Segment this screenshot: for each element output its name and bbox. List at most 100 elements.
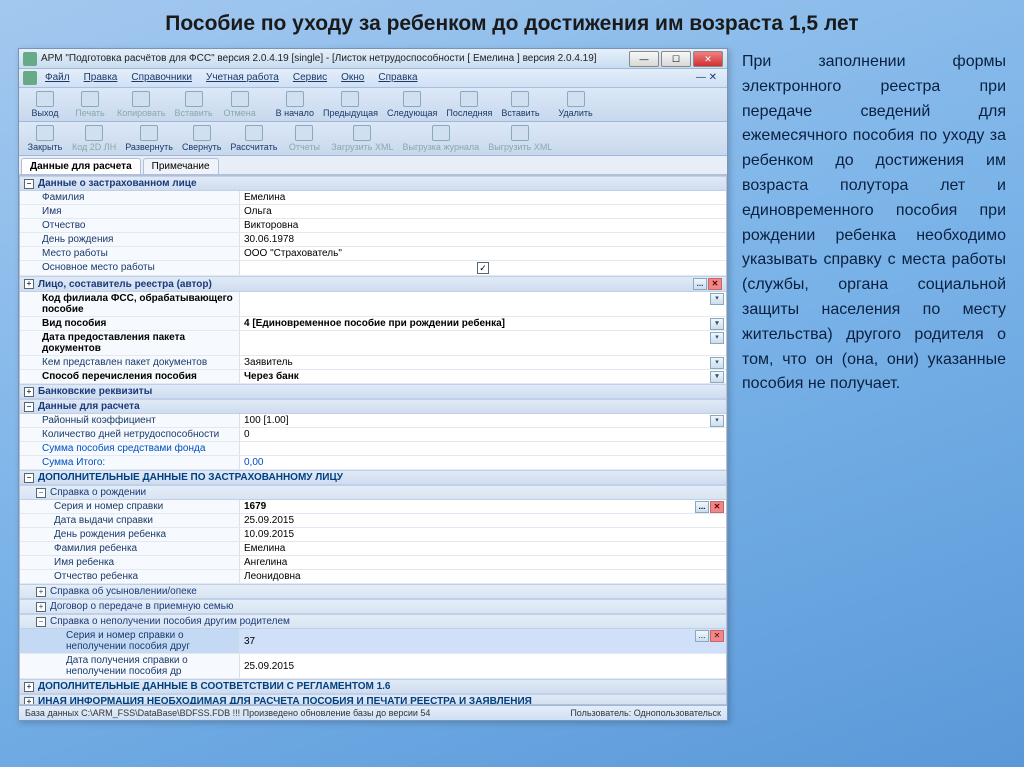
menu-accounting[interactable]: Учетная работа bbox=[200, 71, 285, 85]
tool-delete[interactable]: Удалить bbox=[554, 90, 598, 119]
tab-data[interactable]: Данные для расчета bbox=[21, 158, 141, 174]
tool-cancel[interactable]: Отмена bbox=[218, 90, 262, 119]
clear-button[interactable]: ✕ bbox=[710, 630, 724, 642]
tab-note[interactable]: Примечание bbox=[143, 158, 219, 174]
lookup-button[interactable]: ... bbox=[695, 630, 709, 642]
value-docs-date[interactable]: ▾ bbox=[240, 331, 726, 355]
value-op-cert[interactable]: 37...✕ bbox=[240, 629, 726, 653]
section-adopt[interactable]: +Справка об усыновлении/опеке bbox=[20, 584, 726, 599]
value-docs-by[interactable]: Заявитель▾ bbox=[240, 356, 726, 369]
checkbox-main-work[interactable]: ✓ bbox=[477, 262, 489, 274]
tool-last[interactable]: Последняя bbox=[442, 90, 496, 119]
tool-journal[interactable]: Выгрузка журнала bbox=[399, 124, 484, 153]
value-sum-total: 0,00 bbox=[240, 456, 726, 469]
tool-next[interactable]: Следующая bbox=[383, 90, 441, 119]
expand-icon[interactable]: + bbox=[36, 602, 46, 612]
tool-collapse[interactable]: Свернуть bbox=[178, 124, 225, 153]
expand-icon[interactable]: + bbox=[24, 279, 34, 289]
minimize-button[interactable]: — bbox=[629, 51, 659, 67]
menu-file[interactable]: Файл bbox=[39, 71, 76, 85]
value-main-work[interactable]: ✓ bbox=[240, 261, 726, 275]
lookup-button[interactable]: ... bbox=[695, 501, 709, 513]
expand-icon[interactable]: + bbox=[36, 587, 46, 597]
value-cert-num[interactable]: 1679...✕ bbox=[240, 500, 726, 513]
value-child-name[interactable]: Ангелина bbox=[240, 556, 726, 569]
insert-icon bbox=[511, 91, 529, 107]
tool-close[interactable]: Закрыть bbox=[23, 124, 67, 153]
value-cert-date[interactable]: 25.09.2015 bbox=[240, 514, 726, 527]
tool-print[interactable]: Печать bbox=[68, 90, 112, 119]
value-child-surname[interactable]: Емелина bbox=[240, 542, 726, 555]
value-days[interactable]: 0 bbox=[240, 428, 726, 441]
section-foster[interactable]: +Договор о передаче в приемную семью bbox=[20, 599, 726, 614]
section-other-parent[interactable]: −Справка о неполучении пособия другим ро… bbox=[20, 614, 726, 629]
label-sum-fund[interactable]: Сумма пособия средствами фонда bbox=[20, 442, 240, 455]
value-surname[interactable]: Емелина bbox=[240, 191, 726, 204]
value-patronymic[interactable]: Викторовна bbox=[240, 219, 726, 232]
section-birth-cert[interactable]: −Справка о рождении bbox=[20, 485, 726, 500]
tool-first[interactable]: В начало bbox=[272, 90, 318, 119]
tool-exportxml[interactable]: Выгрузить XML bbox=[484, 124, 556, 153]
dropdown-icon[interactable]: ▾ bbox=[710, 357, 724, 369]
mdi-close-button[interactable]: — ✕ bbox=[690, 71, 723, 85]
value-birthday[interactable]: 30.06.1978 bbox=[240, 233, 726, 246]
value-child-patr[interactable]: Леонидовна bbox=[240, 570, 726, 583]
label-child-name: Имя ребенка bbox=[20, 556, 240, 569]
dropdown-icon[interactable]: ▾ bbox=[710, 371, 724, 383]
app-menu-icon[interactable] bbox=[23, 71, 37, 85]
menu-edit[interactable]: Правка bbox=[78, 71, 124, 85]
tool-paste[interactable]: Вставить bbox=[170, 90, 216, 119]
tool-expand[interactable]: Развернуть bbox=[121, 124, 177, 153]
collapse-icon[interactable]: − bbox=[24, 179, 34, 189]
prev-icon bbox=[341, 91, 359, 107]
tool-loadxml[interactable]: Загрузить XML bbox=[327, 124, 397, 153]
collapse-icon[interactable]: − bbox=[36, 617, 46, 627]
clear-button[interactable]: ✕ bbox=[710, 501, 724, 513]
section-insured[interactable]: −Данные о застрахованном лице bbox=[20, 176, 726, 191]
value-op-date[interactable]: 25.09.2015 bbox=[240, 654, 726, 678]
dropdown-icon[interactable]: ▾ bbox=[710, 332, 724, 344]
app-window: АРМ "Подготовка расчётов для ФСС" версия… bbox=[18, 48, 728, 721]
lookup-button[interactable]: ... bbox=[693, 278, 707, 290]
expand-icon[interactable]: + bbox=[24, 682, 34, 692]
section-author[interactable]: +Лицо, составитель реестра (автор)...✕ bbox=[20, 276, 726, 292]
value-name[interactable]: Ольга bbox=[240, 205, 726, 218]
tool-exit[interactable]: Выход bbox=[23, 90, 67, 119]
value-workplace[interactable]: ООО "Страхователь" bbox=[240, 247, 726, 260]
close-button[interactable]: ✕ bbox=[693, 51, 723, 67]
label-docs-by: Кем представлен пакет документов bbox=[20, 356, 240, 369]
collapse-icon[interactable]: − bbox=[24, 402, 34, 412]
value-benefit-type[interactable]: 4 [Единовременное пособие при рождении р… bbox=[240, 317, 726, 330]
value-pay-method[interactable]: Через банк▾ bbox=[240, 370, 726, 383]
tool-insert[interactable]: Вставить bbox=[497, 90, 543, 119]
section-other-info[interactable]: +ИНАЯ ИНФОРМАЦИЯ НЕОБХОДИМАЯ ДЛЯ РАСЧЕТА… bbox=[20, 694, 726, 705]
expand-icon[interactable]: + bbox=[24, 697, 34, 706]
section-calc[interactable]: −Данные для расчета bbox=[20, 399, 726, 414]
menu-window[interactable]: Окно bbox=[335, 71, 370, 85]
value-sum-fund[interactable] bbox=[240, 442, 726, 455]
expand-icon[interactable]: + bbox=[24, 387, 34, 397]
maximize-button[interactable]: ☐ bbox=[661, 51, 691, 67]
value-fss-code[interactable]: ▾ bbox=[240, 292, 726, 316]
menu-references[interactable]: Справочники bbox=[125, 71, 198, 85]
value-coef[interactable]: 100 [1.00]▾ bbox=[240, 414, 726, 427]
collapse-icon[interactable]: − bbox=[36, 488, 46, 498]
section-extra-insured[interactable]: −ДОПОЛНИТЕЛЬНЫЕ ДАННЫЕ ПО ЗАСТРАХОВАННОМ… bbox=[20, 470, 726, 485]
tool-calc[interactable]: Рассчитать bbox=[226, 124, 281, 153]
section-reg16[interactable]: +ДОПОЛНИТЕЛЬНЫЕ ДАННЫЕ В СООТВЕТСТВИИ С … bbox=[20, 679, 726, 694]
value-child-bday[interactable]: 10.09.2015 bbox=[240, 528, 726, 541]
tool-code2d[interactable]: Код 2D ЛН bbox=[68, 124, 120, 153]
dropdown-icon[interactable]: ▾ bbox=[710, 293, 724, 305]
menu-help[interactable]: Справка bbox=[372, 71, 423, 85]
tool-copy[interactable]: Копировать bbox=[113, 90, 169, 119]
label-surname: Фамилия bbox=[20, 191, 240, 204]
dropdown-icon[interactable]: ▾ bbox=[710, 415, 724, 427]
section-bank[interactable]: +Банковские реквизиты bbox=[20, 384, 726, 399]
dropdown-icon[interactable]: ▾ bbox=[710, 318, 724, 330]
collapse-icon[interactable]: − bbox=[24, 473, 34, 483]
tool-prev[interactable]: Предыдущая bbox=[319, 90, 382, 119]
tool-reports[interactable]: Отчеты bbox=[282, 124, 326, 153]
menu-service[interactable]: Сервис bbox=[287, 71, 333, 85]
window-title: АРМ "Подготовка расчётов для ФСС" версия… bbox=[41, 53, 629, 64]
clear-button[interactable]: ✕ bbox=[708, 278, 722, 290]
